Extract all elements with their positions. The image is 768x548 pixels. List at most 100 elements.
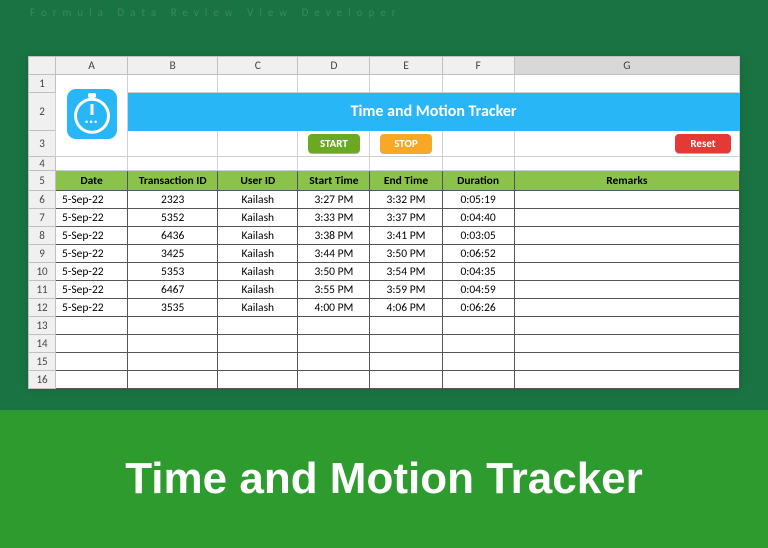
cell-a16[interactable]: [56, 371, 128, 389]
col-header-f[interactable]: F: [442, 57, 514, 75]
hdr-dur[interactable]: Duration: [442, 171, 514, 191]
cell-etime-7[interactable]: 3:37 PM: [370, 209, 442, 227]
cell-date-10[interactable]: 5-Sep-22: [56, 263, 128, 281]
cell-c15[interactable]: [218, 353, 298, 371]
cell-remarks-12[interactable]: [514, 299, 739, 317]
cell-etime-12[interactable]: 4:06 PM: [370, 299, 442, 317]
cell-c1[interactable]: [218, 75, 298, 93]
cell-txid-12[interactable]: 3535: [128, 299, 218, 317]
cell-f14[interactable]: [442, 335, 514, 353]
hdr-stime[interactable]: Start Time: [298, 171, 370, 191]
cell-date-9[interactable]: 5-Sep-22: [56, 245, 128, 263]
cell-txid-6[interactable]: 2323: [128, 191, 218, 209]
cell-stime-8[interactable]: 3:38 PM: [298, 227, 370, 245]
cell-user-11[interactable]: Kailash: [218, 281, 298, 299]
cell-remarks-7[interactable]: [514, 209, 739, 227]
cell-txid-8[interactable]: 6436: [128, 227, 218, 245]
cell-remarks-8[interactable]: [514, 227, 739, 245]
cell-c3[interactable]: [218, 131, 298, 157]
hdr-etime[interactable]: End Time: [370, 171, 442, 191]
cell-remarks-10[interactable]: [514, 263, 739, 281]
cell-e16[interactable]: [370, 371, 442, 389]
row-header-9[interactable]: 9: [29, 245, 56, 263]
cell-etime-8[interactable]: 3:41 PM: [370, 227, 442, 245]
cell-date-8[interactable]: 5-Sep-22: [56, 227, 128, 245]
cell-user-10[interactable]: Kailash: [218, 263, 298, 281]
select-all-corner[interactable]: [29, 57, 56, 75]
cell-d13[interactable]: [298, 317, 370, 335]
row-header-11[interactable]: 11: [29, 281, 56, 299]
cell-b14[interactable]: [128, 335, 218, 353]
row-header-6[interactable]: 6: [29, 191, 56, 209]
hdr-user[interactable]: User ID: [218, 171, 298, 191]
cell-e13[interactable]: [370, 317, 442, 335]
cell-dur-12[interactable]: 0:06:26: [442, 299, 514, 317]
cell-user-6[interactable]: Kailash: [218, 191, 298, 209]
cell-f3[interactable]: [442, 131, 514, 157]
hdr-txid[interactable]: Transaction ID: [128, 171, 218, 191]
cell-stime-9[interactable]: 3:44 PM: [298, 245, 370, 263]
cell-b13[interactable]: [128, 317, 218, 335]
cell-dur-9[interactable]: 0:06:52: [442, 245, 514, 263]
row-header-3[interactable]: 3: [29, 131, 56, 157]
cell-stime-7[interactable]: 3:33 PM: [298, 209, 370, 227]
cell-stime-6[interactable]: 3:27 PM: [298, 191, 370, 209]
stop-button[interactable]: STOP: [380, 134, 432, 153]
cell-c13[interactable]: [218, 317, 298, 335]
cell-d16[interactable]: [298, 371, 370, 389]
cell-d15[interactable]: [298, 353, 370, 371]
cell-user-8[interactable]: Kailash: [218, 227, 298, 245]
col-header-c[interactable]: C: [218, 57, 298, 75]
cell-f15[interactable]: [442, 353, 514, 371]
row-header-13[interactable]: 13: [29, 317, 56, 335]
col-header-g[interactable]: G: [514, 57, 739, 75]
row-header-8[interactable]: 8: [29, 227, 56, 245]
cell-dur-8[interactable]: 0:03:05: [442, 227, 514, 245]
cell-stime-11[interactable]: 3:55 PM: [298, 281, 370, 299]
cell-remarks-6[interactable]: [514, 191, 739, 209]
cell-a13[interactable]: [56, 317, 128, 335]
cell-txid-9[interactable]: 3425: [128, 245, 218, 263]
cell-user-7[interactable]: Kailash: [218, 209, 298, 227]
col-header-a[interactable]: A: [56, 57, 128, 75]
cell-dur-11[interactable]: 0:04:59: [442, 281, 514, 299]
cell-g16[interactable]: [514, 371, 739, 389]
cell-f4[interactable]: [442, 157, 514, 171]
cell-e4[interactable]: [370, 157, 442, 171]
cell-d1[interactable]: [298, 75, 370, 93]
cell-g14[interactable]: [514, 335, 739, 353]
cell-e14[interactable]: [370, 335, 442, 353]
row-header-14[interactable]: 14: [29, 335, 56, 353]
cell-remarks-11[interactable]: [514, 281, 739, 299]
cell-user-12[interactable]: Kailash: [218, 299, 298, 317]
cell-dur-10[interactable]: 0:04:35: [442, 263, 514, 281]
cell-dur-6[interactable]: 0:05:19: [442, 191, 514, 209]
cell-f1[interactable]: [442, 75, 514, 93]
cell-f13[interactable]: [442, 317, 514, 335]
row-header-5[interactable]: 5: [29, 171, 56, 191]
cell-g1[interactable]: [514, 75, 739, 93]
cell-c14[interactable]: [218, 335, 298, 353]
row-header-4[interactable]: 4: [29, 157, 56, 171]
row-header-10[interactable]: 10: [29, 263, 56, 281]
cell-txid-11[interactable]: 6467: [128, 281, 218, 299]
cell-txid-10[interactable]: 5353: [128, 263, 218, 281]
cell-stime-10[interactable]: 3:50 PM: [298, 263, 370, 281]
cell-date-11[interactable]: 5-Sep-22: [56, 281, 128, 299]
cell-remarks-9[interactable]: [514, 245, 739, 263]
cell-e1[interactable]: [370, 75, 442, 93]
cell-user-9[interactable]: Kailash: [218, 245, 298, 263]
cell-etime-10[interactable]: 3:54 PM: [370, 263, 442, 281]
col-header-e[interactable]: E: [370, 57, 442, 75]
cell-etime-6[interactable]: 3:32 PM: [370, 191, 442, 209]
cell-b16[interactable]: [128, 371, 218, 389]
row-header-2[interactable]: 2: [29, 93, 56, 131]
hdr-remarks[interactable]: Remarks: [514, 171, 739, 191]
cell-b1[interactable]: [128, 75, 218, 93]
row-header-12[interactable]: 12: [29, 299, 56, 317]
row-header-15[interactable]: 15: [29, 353, 56, 371]
cell-b15[interactable]: [128, 353, 218, 371]
reset-button[interactable]: Reset: [675, 134, 731, 153]
cell-date-6[interactable]: 5-Sep-22: [56, 191, 128, 209]
row-header-1[interactable]: 1: [29, 75, 56, 93]
